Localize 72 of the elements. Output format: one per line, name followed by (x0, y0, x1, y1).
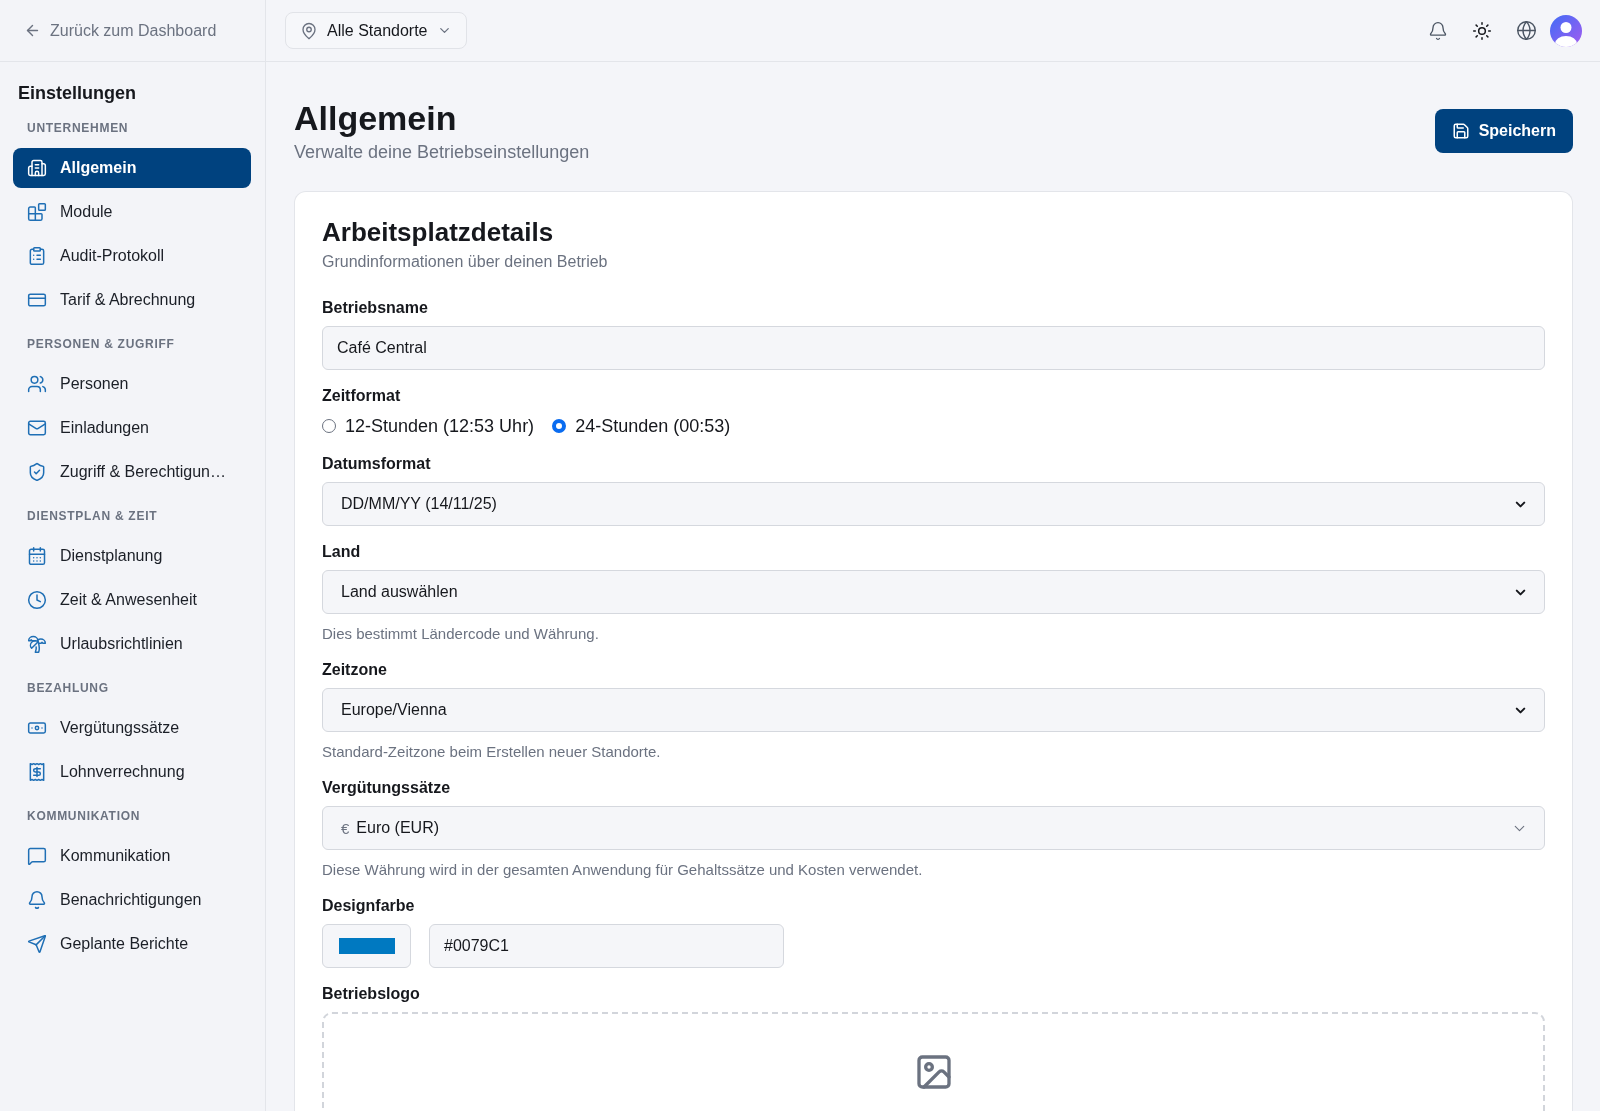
input-field[interactable]: Café Central (322, 326, 1545, 370)
globe-icon[interactable] (1516, 20, 1537, 41)
section-heading: PERSONEN & ZUGRIFF (26, 336, 176, 353)
sun-icon[interactable] (1472, 20, 1492, 41)
location-dropdown[interactable]: Alle Standorte (285, 12, 467, 49)
clock-icon (27, 590, 47, 610)
sidebar-item[interactable]: Urlaubsrichtlinien (13, 624, 251, 664)
user-avatar-icon[interactable] (1550, 14, 1582, 47)
save-icon (1451, 122, 1470, 140)
field-label: Designfarbe (322, 896, 416, 916)
radio-button[interactable] (552, 419, 567, 433)
bell-icon (27, 890, 47, 910)
section-heading: UNTERNEHMEN (26, 120, 130, 137)
hint-text: Standard-Zeitzone beim Erstellen neuer Standorte. (322, 742, 662, 762)
users-icon (27, 374, 47, 394)
sidebar-item[interactable]: Tarif & Abrechnung (13, 280, 251, 320)
sidebar-item[interactable]: Lohnverrechnung (13, 752, 251, 792)
field-label: Land (322, 542, 362, 562)
mail-icon (27, 418, 47, 438)
palm-tree-icon (27, 634, 47, 654)
sidebar-item[interactable]: Audit-Protokoll (13, 236, 251, 276)
hex-input-field[interactable]: #0079C1 (429, 924, 784, 968)
map-pin-icon (300, 21, 318, 40)
select-field[interactable]: Land auswählen (322, 570, 1545, 614)
sidebar-item[interactable]: Allgemein (13, 148, 251, 188)
page-title: Allgemein (294, 98, 458, 138)
sidebar-item[interactable]: Geplante Berichte (13, 924, 251, 964)
sidebar-item[interactable]: Module (13, 192, 251, 232)
field-label: Zeitzone (322, 660, 388, 680)
field-label: Vergütungssätze (322, 778, 452, 798)
select-field[interactable]: Europe/Vienna (322, 688, 1545, 732)
receipt-icon (27, 762, 47, 782)
back-link[interactable]: Zurück zum Dashboard (24, 21, 217, 40)
field-label: Betriebsname (322, 298, 429, 318)
sidebar-item[interactable]: Personen (13, 364, 251, 404)
sidebar-item[interactable]: Zeit & Anwesenheit (13, 580, 251, 620)
radio-button[interactable] (322, 419, 336, 433)
sidebar-title: Einstellungen (17, 82, 137, 104)
building-icon (27, 158, 47, 178)
shield-check-icon (27, 462, 47, 482)
field-label: Betriebslogo (322, 984, 421, 1004)
currency-symbol: € (341, 819, 350, 837)
select-value: Euro (EUR) (356, 819, 440, 837)
radio-label[interactable]: 12-Stunden (12:53 Uhr) (345, 414, 535, 438)
select-field[interactable]: DD/MM/YY (14/11/25) (322, 482, 1545, 526)
section-heading: DIENSTPLAN & ZEIT (26, 508, 159, 525)
hint-text: Diese Währung wird in der gesamten Anwendung für Gehaltssätze und Kosten verwendet. (322, 860, 924, 880)
field-label: Zeitformat (322, 386, 402, 406)
color-picker-button[interactable] (322, 924, 411, 968)
send-icon (27, 934, 47, 954)
radio-label[interactable]: 24-Stunden (00:53) (575, 414, 731, 438)
blocks-icon (27, 202, 47, 222)
sidebar-item[interactable]: Dienstplanung (13, 536, 251, 576)
sidebar-item[interactable]: Benachrichtigungen (13, 880, 251, 920)
calendar-icon (27, 546, 47, 566)
page-subtitle: Verwalte deine Betriebseinstellungen (294, 141, 590, 164)
clipboard-list-icon (27, 246, 47, 266)
sidebar-item[interactable]: Kommunikation (13, 836, 251, 876)
sidebar-item[interactable]: Vergütungssätze (13, 708, 251, 748)
notifications-icon[interactable] (1428, 20, 1448, 41)
section-heading: KOMMUNIKATION (26, 808, 142, 825)
sidebar-item[interactable]: Zugriff & Berechtigun… (13, 452, 251, 492)
card-title: Arbeitsplatzdetails (322, 216, 555, 248)
message-icon (27, 846, 47, 866)
select-field[interactable]: € Euro (EUR) (322, 806, 1545, 850)
section-heading: BEZAHLUNG (26, 680, 110, 697)
credit-card-icon (27, 290, 47, 310)
save-button[interactable]: Speichern (1434, 109, 1573, 153)
card-subtitle: Grundinformationen über deinen Betrieb (322, 252, 609, 272)
hint-text: Dies bestimmt Ländercode und Währung. (322, 624, 600, 644)
sidebar-item[interactable]: Einladungen (13, 408, 251, 448)
field-label: Datumsformat (322, 454, 432, 474)
